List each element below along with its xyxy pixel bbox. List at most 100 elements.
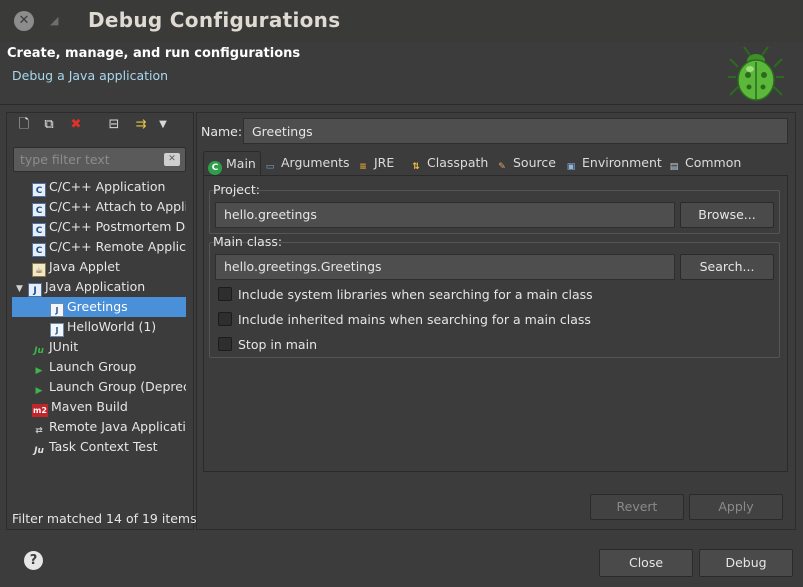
tree-item-c-postmortem[interactable]: CC/C++ Postmortem Debugger — [12, 217, 186, 237]
config-tabs: C Main ▭ Arguments ≡ JRE ⇅ Classpath ✎ Source… — [203, 151, 788, 176]
view-menu-chevron-down-icon[interactable]: ▼ — [155, 117, 171, 133]
checkbox-label: Include inherited mains when searching f… — [238, 312, 591, 327]
include-system-libraries-checkbox[interactable] — [218, 287, 232, 301]
tree-item-c-application[interactable]: C C/C++ Application — [12, 177, 186, 197]
source-icon: ✎ — [498, 162, 506, 172]
window-close-button[interactable]: ✕ — [14, 11, 34, 31]
tab-jre[interactable]: ≡ JRE — [356, 151, 394, 176]
checkbox-label: Include system libraries when searching … — [238, 287, 593, 302]
revert-button[interactable]: Revert — [590, 494, 684, 520]
project-label: Project: — [213, 182, 260, 197]
new-configuration-icon[interactable]: 🗋 — [16, 117, 32, 133]
search-button[interactable]: Search... — [680, 254, 774, 280]
tree-item-label: C/C++ Remote Application — [49, 239, 186, 254]
tab-label: JRE — [374, 155, 395, 170]
tree-item-junit[interactable]: Ju JUnit — [12, 337, 186, 357]
tab-classpath[interactable]: ⇅ Classpath — [409, 151, 488, 176]
apply-button[interactable]: Apply — [689, 494, 783, 520]
tab-common[interactable]: ▤ Common — [667, 151, 742, 176]
launch-group-deprecated-icon: ▶ — [35, 386, 43, 396]
tree-item-label: C/C++ Application — [49, 179, 166, 194]
configuration-tree: C C/C++ Application C C/C++ Attach to Appl… — [12, 177, 186, 507]
tree-item-c-attach[interactable]: CC/C++ Attach to Application — [12, 197, 186, 217]
expand-chevron-down-icon[interactable]: ▼ — [16, 279, 28, 297]
tab-main[interactable]: C Main — [203, 151, 261, 176]
task-context-icon: Ju — [34, 446, 44, 456]
tree-item-launch-group-deprecated[interactable]: ▶ Launch Group (Deprecated) — [12, 377, 186, 397]
tab-label: Source — [513, 155, 556, 170]
delete-configuration-icon[interactable]: ✖ — [68, 117, 84, 133]
filter-status: Filter matched 14 of 19 items — [12, 511, 197, 526]
filter-box: ✕ — [13, 147, 186, 172]
remote-java-icon: ⇄ — [35, 426, 43, 436]
debug-button[interactable]: Debug — [699, 549, 793, 577]
include-system-libraries-checkbox-row[interactable]: Include system libraries when searching … — [218, 286, 593, 306]
window-minimize-button[interactable]: ◢ — [50, 15, 62, 27]
filter-input[interactable] — [14, 148, 154, 171]
tree-item-label: Remote Java Application — [49, 419, 186, 434]
include-inherited-mains-checkbox-row[interactable]: Include inherited mains when searching f… — [218, 311, 591, 331]
tree-item-java-application[interactable]: ▼ J Java Application — [12, 277, 186, 297]
tree-item-task-context-test[interactable]: Ju Task Context Test — [12, 437, 186, 457]
filter-configurations-icon[interactable]: ⇉ — [133, 117, 149, 133]
tree-item-java-applet[interactable]: ☕ Java Applet — [12, 257, 186, 277]
checkbox-label: Stop in main — [238, 337, 317, 352]
clear-filter-icon[interactable]: ✕ — [164, 153, 180, 166]
include-inherited-mains-checkbox[interactable] — [218, 312, 232, 326]
common-icon: ▤ — [669, 162, 679, 172]
c-remote-icon: C — [32, 243, 46, 257]
tab-label: Classpath — [427, 155, 489, 170]
tree-item-launch-group[interactable]: ▶ Launch Group — [12, 357, 186, 377]
name-label: Name: — [201, 124, 243, 139]
help-icon[interactable]: ? — [24, 551, 43, 570]
close-button[interactable]: Close — [599, 549, 693, 577]
tree-item-maven-build[interactable]: m2 Maven Build — [12, 397, 186, 417]
tab-environment[interactable]: ▣ Environment — [564, 151, 662, 176]
c-attach-icon: C — [32, 203, 46, 217]
junit-icon: Ju — [34, 346, 44, 356]
tab-arguments[interactable]: ▭ Arguments — [263, 151, 350, 176]
collapse-all-icon[interactable]: ⊟ — [106, 117, 122, 133]
banner-title: Create, manage, and run configurations — [7, 46, 301, 61]
classpath-icon: ⇅ — [412, 162, 420, 172]
stop-in-main-checkbox[interactable] — [218, 337, 232, 351]
tree-item-label: Launch Group (Deprecated) — [49, 379, 186, 394]
project-field[interactable]: hello.greetings — [215, 202, 675, 228]
tab-label: Arguments — [281, 155, 350, 170]
tree-item-label: C/C++ Attach to Application — [49, 199, 186, 214]
tree-item-remote-java[interactable]: ⇄ Remote Java Application — [12, 417, 186, 437]
tree-item-label: JUnit — [49, 339, 79, 354]
tab-label: Environment — [582, 155, 662, 170]
tree-item-label: Task Context Test — [49, 439, 158, 454]
c-app-icon: C — [32, 183, 46, 197]
maven-icon: m2 — [32, 404, 48, 417]
main-class-label: Main class: — [213, 234, 283, 249]
tab-source[interactable]: ✎ Source — [495, 151, 556, 176]
tree-item-label: C/C++ Postmortem Debugger — [49, 219, 186, 234]
tree-item-label: Maven Build — [51, 399, 128, 414]
tab-label: Common — [685, 155, 742, 170]
duplicate-configuration-icon[interactable]: ⧉ — [41, 117, 57, 133]
java-config-icon: J — [50, 303, 64, 317]
title-bar: ✕ ◢ Debug Configurations — [0, 0, 803, 42]
environment-icon: ▣ — [566, 162, 576, 172]
launch-group-icon: ▶ — [35, 366, 43, 376]
java-applet-icon: ☕ — [32, 263, 46, 277]
banner-subtitle: Debug a Java application — [12, 68, 169, 83]
tab-label: Main — [226, 156, 256, 171]
debug-bug-icon — [728, 46, 784, 101]
header-banner: Create, manage, and run configurations D… — [0, 42, 803, 105]
jre-icon: ≡ — [359, 162, 367, 172]
tree-item-helloworld[interactable]: J HelloWorld (1) — [12, 317, 186, 337]
tree-item-label: Java Application — [45, 279, 146, 294]
main-icon: C — [208, 161, 222, 175]
tree-item-greetings[interactable]: J Greetings — [12, 297, 186, 317]
stop-in-main-checkbox-row[interactable]: Stop in main — [218, 336, 317, 356]
tree-item-c-remote[interactable]: CC/C++ Remote Application — [12, 237, 186, 257]
name-input[interactable] — [243, 118, 788, 144]
window-title: Debug Configurations — [88, 8, 341, 32]
browse-button[interactable]: Browse... — [680, 202, 774, 228]
tree-item-label: HelloWorld (1) — [67, 319, 157, 334]
tree-item-label: Java Applet — [49, 259, 120, 274]
main-class-field[interactable]: hello.greetings.Greetings — [215, 254, 675, 280]
